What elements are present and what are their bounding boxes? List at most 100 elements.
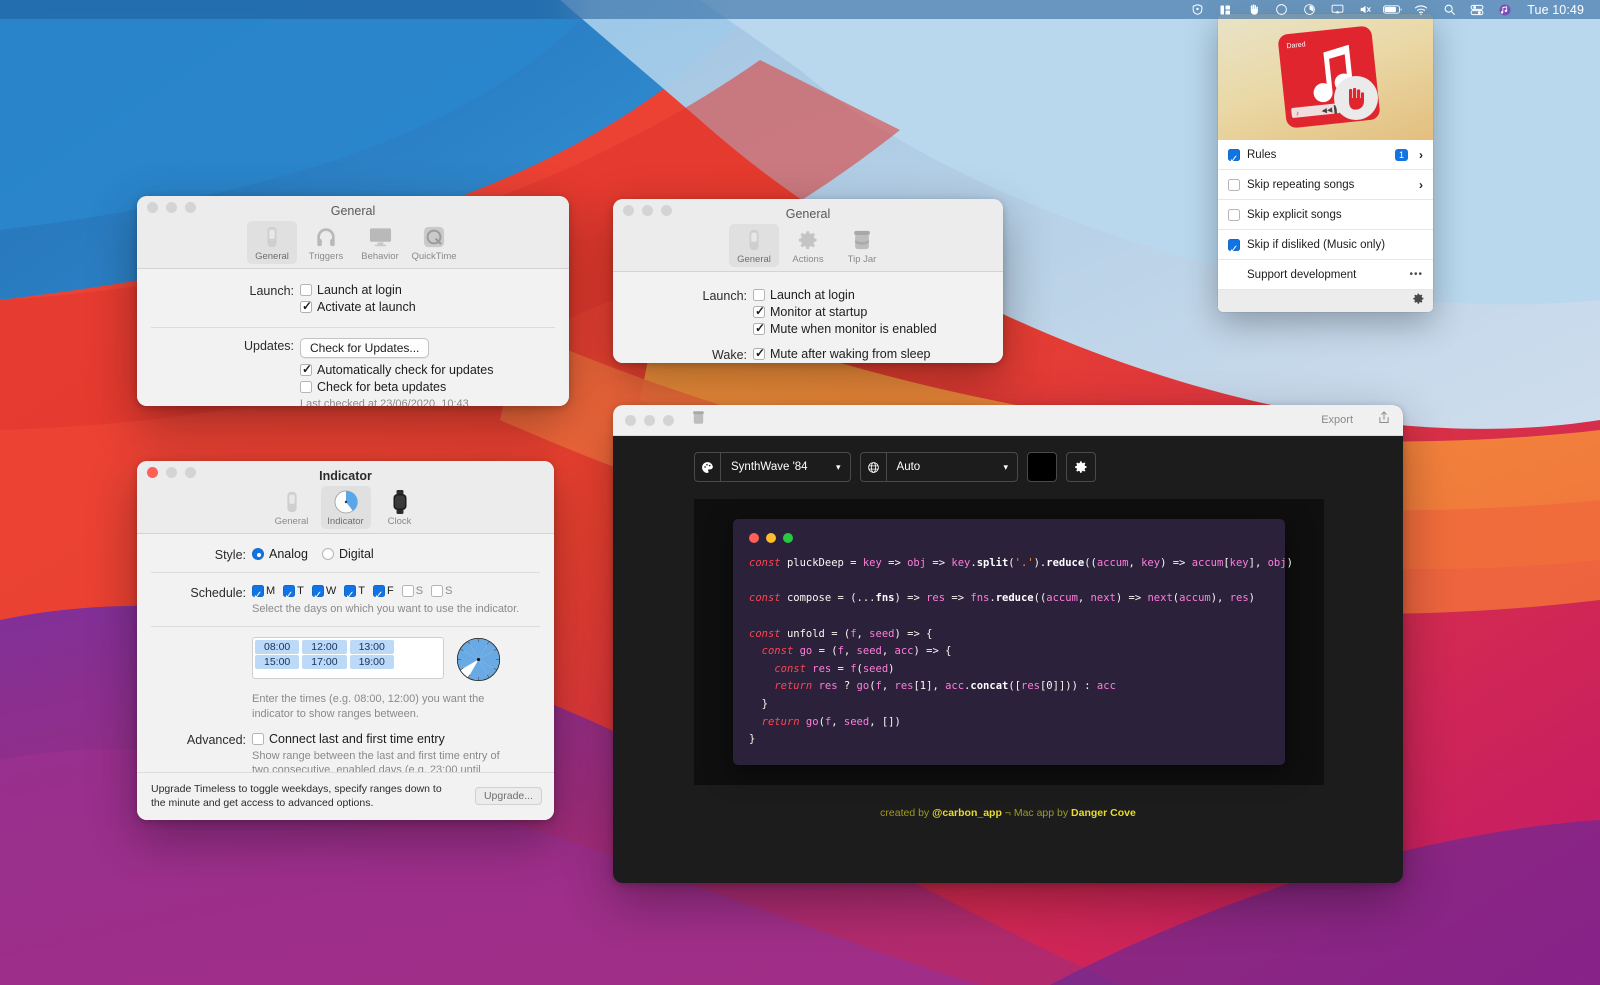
zoom-button[interactable]	[661, 205, 672, 216]
checkbox-mute-after-wake[interactable]: Mute after waking from sleep	[753, 346, 931, 361]
checkbox-box[interactable]	[300, 362, 312, 376]
tab-actions[interactable]: Actions	[783, 224, 833, 267]
minimize-button[interactable]	[166, 467, 177, 478]
menubar-clock[interactable]: Tue 10:49	[1519, 3, 1590, 17]
checkbox-box[interactable]	[300, 381, 312, 393]
zoom-button[interactable]	[663, 414, 674, 426]
minimize-button[interactable]	[642, 205, 653, 216]
checkbox-box[interactable]	[1228, 178, 1240, 191]
checkbox-monitor-at-startup[interactable]: Monitor at startup	[753, 304, 937, 319]
vpn-icon[interactable]	[1183, 0, 1211, 19]
checkbox-box[interactable]	[1228, 238, 1240, 251]
checkbox-launch-at-login[interactable]: Launch at login	[300, 283, 416, 297]
close-button[interactable]	[147, 202, 158, 213]
popover-row-3[interactable]: Skip if disliked (Music only)	[1218, 230, 1433, 260]
day-checkbox-1[interactable]: T	[283, 585, 304, 597]
carbon-app-link[interactable]: @carbon_app	[932, 807, 1002, 819]
tipjar-icon[interactable]	[692, 410, 705, 430]
times-input[interactable]: 08:00 12:00 13:00 15:00 17:00 19:00	[252, 636, 444, 679]
colorsync-icon[interactable]	[1267, 0, 1295, 19]
hand-icon[interactable]	[1239, 0, 1267, 19]
time-token-2[interactable]: 13:00	[349, 639, 394, 654]
radio-dot[interactable]	[252, 548, 264, 560]
tab-indicator[interactable]: Indicator	[320, 486, 371, 529]
theme-select[interactable]: SynthWave '84 ▾	[694, 452, 851, 482]
control-center-icon[interactable]	[1463, 0, 1491, 19]
checkbox-auto-check-updates[interactable]: Automatically check for updates	[300, 362, 493, 377]
checkbox-box[interactable]	[1228, 148, 1240, 161]
day-checkbox-5[interactable]: S	[401, 585, 423, 597]
day-checkbox-2[interactable]: W	[311, 585, 336, 597]
background-color-swatch[interactable]	[1027, 452, 1058, 482]
checkbox-box[interactable]	[753, 304, 765, 318]
zoom-button[interactable]	[185, 202, 196, 213]
minimize-button[interactable]	[166, 202, 177, 213]
timeless-clock-icon[interactable]	[1295, 0, 1323, 19]
tab-general[interactable]: General	[267, 486, 317, 529]
tab-clock[interactable]: Clock	[375, 486, 425, 529]
checkbox-box[interactable]	[1228, 208, 1240, 221]
checkbox-box[interactable]	[401, 585, 414, 597]
grid-icon[interactable]	[1211, 0, 1239, 19]
popover-row-0[interactable]: Rules 1 ›	[1218, 140, 1433, 170]
check-for-updates-button[interactable]: Check for Updates...	[300, 338, 430, 358]
day-checkbox-3[interactable]: T	[344, 585, 365, 597]
time-token-5[interactable]: 19:00	[349, 654, 394, 669]
chevron-right-icon[interactable]: ›	[1419, 148, 1423, 162]
checkbox-box[interactable]	[753, 289, 765, 301]
popover-row-1[interactable]: Skip repeating songs ›	[1218, 170, 1433, 200]
close-button[interactable]	[625, 414, 636, 426]
checkbox-box[interactable]	[753, 346, 765, 360]
tab-general[interactable]: General	[247, 221, 297, 264]
popover-row-4[interactable]: Support development •••	[1218, 260, 1433, 290]
tab-general[interactable]: General	[729, 224, 779, 267]
radio-digital[interactable]: Digital	[321, 547, 374, 561]
wifi-icon[interactable]	[1407, 0, 1435, 19]
checkbox-connect-last-first[interactable]: Connect last and first time entry	[252, 732, 504, 746]
language-select[interactable]: Auto ▾	[859, 452, 1019, 482]
tab-tip-jar[interactable]: Tip Jar	[837, 224, 887, 267]
close-button[interactable]	[623, 205, 634, 216]
tab-quicktime[interactable]: QuickTime	[409, 221, 459, 264]
day-checkbox-4[interactable]: F	[373, 585, 394, 597]
chevron-right-icon[interactable]: ›	[1419, 178, 1423, 192]
checkbox-beta-updates[interactable]: Check for beta updates	[300, 380, 493, 394]
checkbox-box[interactable]	[431, 585, 444, 597]
minimize-button[interactable]	[644, 414, 655, 426]
checkbox-box[interactable]	[311, 585, 324, 597]
dared-icon[interactable]	[1491, 0, 1519, 19]
tab-behavior[interactable]: Behavior	[355, 221, 405, 264]
code-block[interactable]: const pluckDeep = key => obj => key.spli…	[749, 555, 1293, 749]
checkbox-box[interactable]	[373, 585, 386, 597]
danger-cove-link[interactable]: Danger Cove	[1071, 807, 1136, 819]
checkbox-mute-when-monitor-enabled[interactable]: Mute when monitor is enabled	[753, 321, 937, 336]
popover-row-2[interactable]: Skip explicit songs	[1218, 200, 1433, 230]
day-checkbox-6[interactable]: S	[431, 585, 452, 597]
checkbox-box[interactable]	[252, 732, 264, 745]
time-token-4[interactable]: 17:00	[302, 654, 347, 669]
time-token-1[interactable]: 12:00	[302, 639, 347, 654]
radio-analog[interactable]: Analog	[252, 547, 308, 561]
upgrade-button[interactable]: Upgrade...	[474, 786, 542, 805]
time-token-0[interactable]: 08:00	[255, 639, 300, 654]
checkbox-launch-at-login[interactable]: Launch at login	[753, 288, 937, 302]
checkbox-box[interactable]	[252, 585, 264, 597]
checkbox-box[interactable]	[283, 585, 296, 597]
ellipsis-icon[interactable]: •••	[1409, 269, 1423, 280]
airplay-icon[interactable]	[1323, 0, 1351, 19]
tab-triggers[interactable]: Triggers	[301, 221, 351, 264]
checkbox-box[interactable]	[753, 321, 765, 335]
checkbox-box[interactable]	[344, 585, 357, 597]
share-icon[interactable]	[1377, 410, 1391, 430]
battery-icon[interactable]	[1379, 0, 1407, 19]
checkbox-box[interactable]	[300, 284, 312, 296]
day-checkbox-0[interactable]: M	[252, 585, 275, 597]
checkbox-activate-at-launch[interactable]: Activate at launch	[300, 299, 416, 314]
checkbox-box[interactable]	[300, 299, 312, 313]
settings-gear-icon[interactable]	[1066, 452, 1097, 482]
export-button[interactable]: Export	[1321, 414, 1377, 426]
radio-dot[interactable]	[321, 548, 334, 560]
search-icon[interactable]	[1435, 0, 1463, 19]
time-token-3[interactable]: 15:00	[255, 654, 300, 669]
volume-mute-icon[interactable]	[1351, 0, 1379, 19]
